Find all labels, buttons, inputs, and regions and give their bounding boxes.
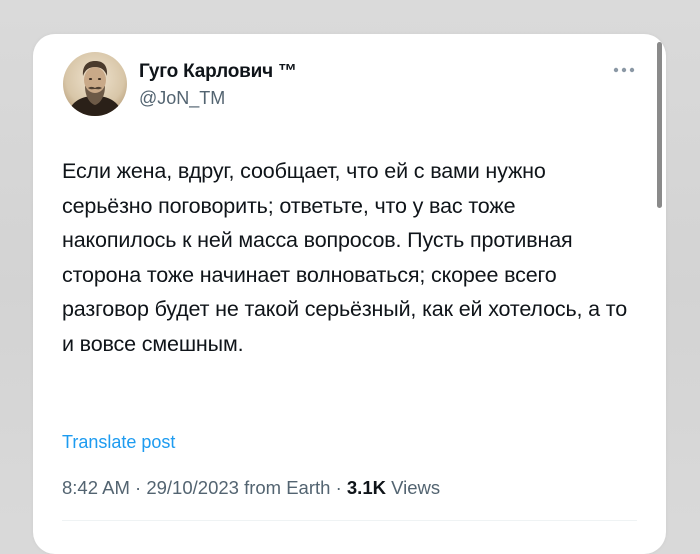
divider [62, 520, 637, 521]
tweet-text: Если жена, вдруг, сообщает, что ей с вам… [62, 159, 628, 356]
tweet-date[interactable]: 29/10/2023 [146, 477, 239, 498]
author-name-row[interactable]: Гуго Карлович ™ [139, 61, 297, 83]
avatar[interactable] [63, 52, 127, 116]
scrollbar[interactable] [657, 42, 662, 208]
views-label[interactable]: Views [391, 477, 440, 498]
author-display-name[interactable]: Гуго Карлович ™ [139, 61, 297, 83]
tweet-source: from Earth [244, 477, 331, 498]
tweet-time[interactable]: 8:42 AM [62, 477, 130, 498]
meta-separator: · [129, 477, 147, 498]
views-count[interactable]: 3.1K [347, 477, 386, 498]
translate-post-link[interactable]: Translate post [62, 432, 175, 453]
avatar-portrait-image [63, 52, 127, 116]
more-horizontal-icon[interactable] [611, 60, 637, 80]
tweet-card: Гуго Карлович ™ @JoN_TM Если жена, вдруг… [33, 34, 666, 554]
meta-separator: · [330, 477, 347, 498]
author-handle[interactable]: @JoN_TM [139, 88, 225, 109]
tweet-meta: 8:42 AM · 29/10/2023 from Earth · 3.1K V… [62, 477, 440, 499]
